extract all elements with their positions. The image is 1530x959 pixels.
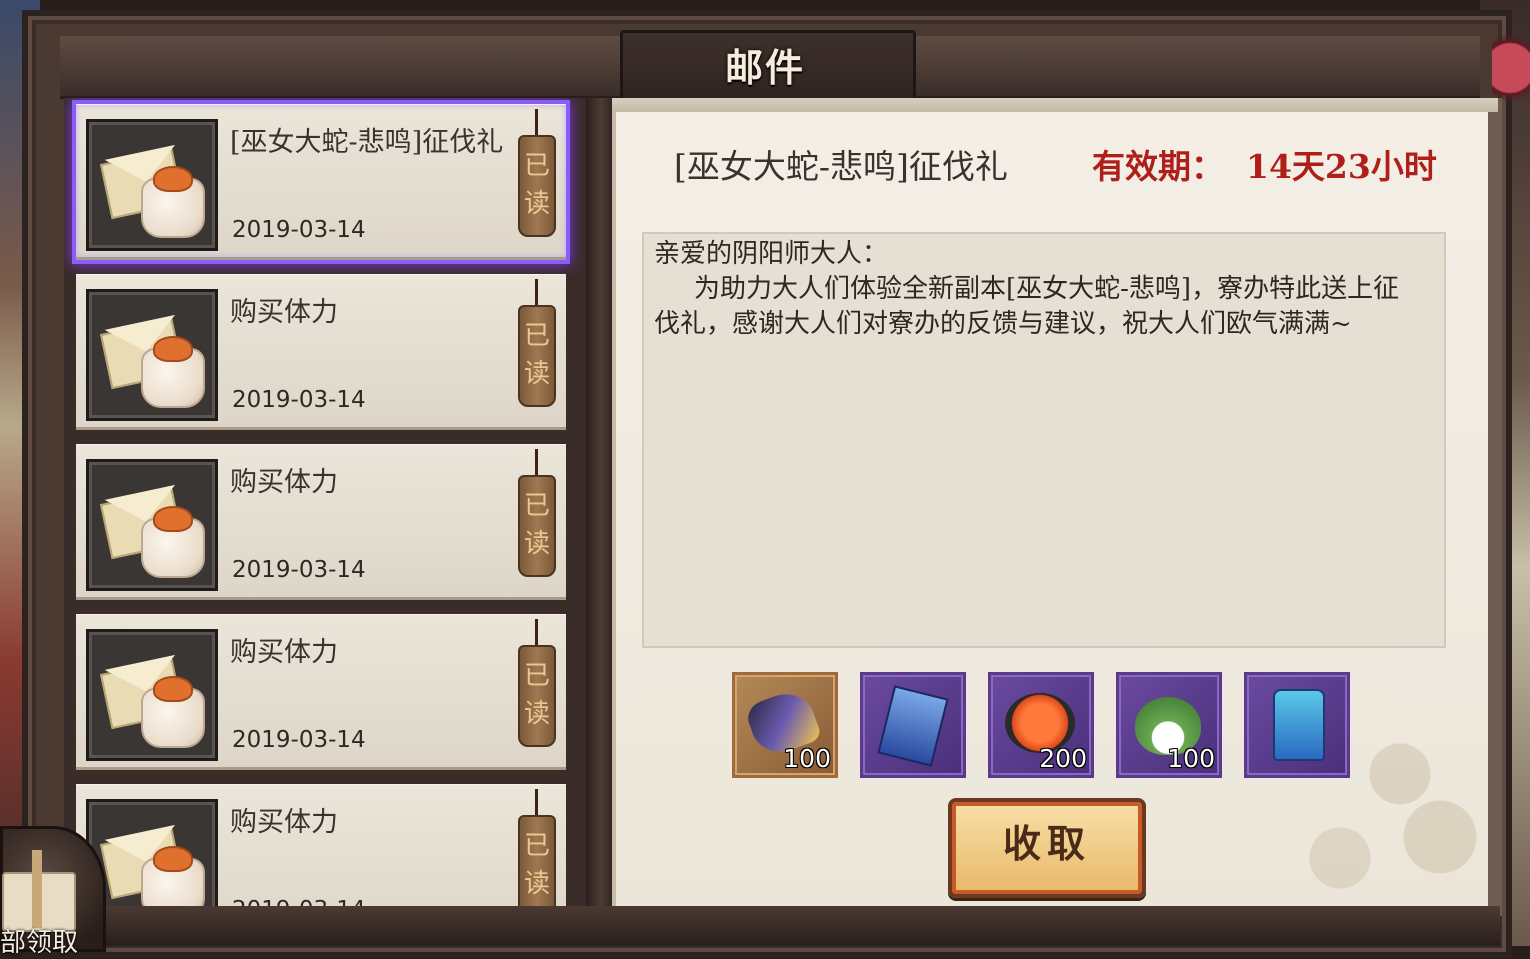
blue-ticket-icon [877, 685, 949, 767]
reward-count: 100 [1167, 744, 1215, 773]
expiry-value: 14天23小时 [1246, 147, 1437, 186]
reward-count: 100 [783, 744, 831, 773]
mail-list-item[interactable]: [巫女大蛇-悲鸣]征伐礼 2019-03-14 已读 [76, 104, 566, 260]
ribbon-bow-icon [153, 846, 193, 872]
mail-date: 2019-03-14 [232, 557, 366, 583]
expiry-label: 有效期： [1092, 147, 1224, 186]
mail-gift-thumbnail [86, 629, 218, 761]
read-status-tag: 已读 [518, 305, 556, 407]
read-status-tag: 已读 [518, 135, 556, 237]
mail-title: 购买体力 [230, 467, 338, 498]
window-title: 邮件 [724, 45, 805, 90]
mail-list-item[interactable]: 购买体力 2019-03-14 已读 [76, 614, 566, 770]
reward-count: 200 [1039, 744, 1087, 773]
ribbon-bow-icon [153, 336, 193, 362]
tag-string [535, 449, 538, 477]
mail-list-item[interactable]: 购买体力 2019-03-14 已读 [76, 784, 566, 906]
read-status-tag: 已读 [518, 645, 556, 747]
mail-list-item[interactable]: 购买体力 2019-03-14 已读 [76, 274, 566, 430]
mail-greeting: 亲爱的阴阳师大人： [654, 239, 889, 269]
reward-item[interactable]: 200 [988, 672, 1094, 778]
mail-date: 2019-03-14 [232, 727, 366, 753]
claim-all-label: 部领取 [0, 928, 79, 958]
reward-item[interactable]: 100 [1116, 672, 1222, 778]
mail-body-text: 为助力大人们体验全新副本[巫女大蛇-悲鸣]，寮办特此送上征伐礼，感谢大人们对寮办… [654, 274, 1400, 339]
ribbon-bow-icon [153, 676, 193, 702]
reward-item[interactable]: 100 [732, 672, 838, 778]
mail-title: 购买体力 [230, 807, 338, 838]
reward-item[interactable] [1244, 672, 1350, 778]
mail-gift-thumbnail [86, 289, 218, 421]
tag-string [535, 789, 538, 817]
mail-date: 2019-03-14 [232, 387, 366, 413]
soul-amulet-icon [1273, 689, 1325, 761]
close-ornament-icon[interactable] [1492, 28, 1530, 108]
ribbon-bow-icon [153, 506, 193, 532]
gift-ribbon [32, 850, 42, 928]
mail-title: [巫女大蛇-悲鸣]征伐礼 [230, 127, 504, 158]
mail-gift-thumbnail [86, 119, 218, 251]
mail-date: 2019-03-14 [232, 217, 366, 243]
ribbon-bow-icon [153, 166, 193, 192]
mail-title: 购买体力 [230, 297, 338, 328]
mail-title: 购买体力 [230, 637, 338, 668]
mail-list[interactable]: [巫女大蛇-悲鸣]征伐礼 2019-03-14 已读 购买体力 2019-03-… [64, 98, 594, 906]
scroll-roller [612, 98, 1498, 112]
collect-button[interactable]: 收取 [948, 798, 1146, 898]
tag-string [535, 619, 538, 647]
mail-list-item[interactable]: 购买体力 2019-03-14 已读 [76, 444, 566, 600]
tag-string [535, 109, 538, 137]
bottom-beam [22, 906, 1500, 946]
detail-title: [巫女大蛇-悲鸣]征伐礼 [674, 147, 1008, 186]
read-status-tag: 已读 [518, 475, 556, 577]
tag-string [535, 279, 538, 307]
read-status-tag: 已读 [518, 815, 556, 906]
reward-item[interactable] [860, 672, 966, 778]
mail-date: 2019-03-14 [232, 897, 366, 906]
mail-gift-thumbnail [86, 459, 218, 591]
